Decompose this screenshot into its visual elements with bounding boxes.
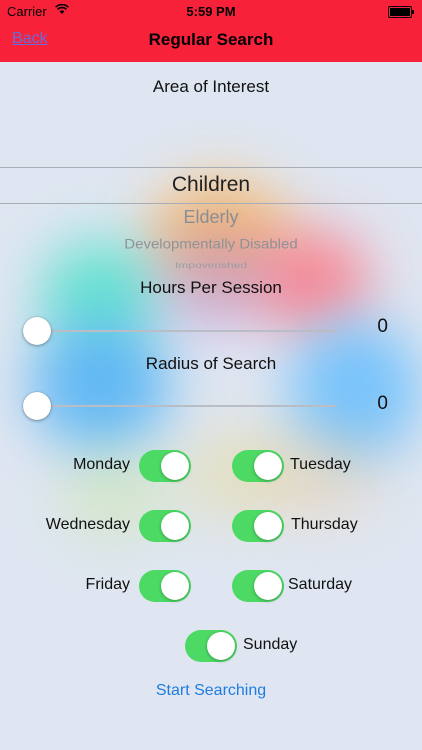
thursday-toggle[interactable] (232, 510, 284, 542)
hours-per-session-label: Hours Per Session (140, 278, 282, 297)
picker-option-selected[interactable]: Children (0, 173, 422, 197)
saturday-label: Saturday (288, 576, 353, 593)
picker-bottom-line (0, 203, 422, 204)
monday-toggle[interactable] (139, 450, 191, 482)
sunday-toggle[interactable] (185, 630, 237, 662)
tuesday-label: Tuesday (290, 456, 351, 473)
toggle-knob (161, 572, 189, 600)
toggle-knob (254, 512, 282, 540)
status-time: 5:59 PM (186, 4, 236, 19)
saturday-toggle[interactable] (232, 570, 284, 602)
area-of-interest-label: Area of Interest (152, 77, 270, 96)
monday-label: Monday (73, 456, 130, 473)
toggle-knob (161, 512, 189, 540)
radius-of-search-label: Radius of Search (145, 354, 277, 373)
slider-track[interactable] (36, 405, 336, 407)
battery-icon (388, 6, 414, 18)
picker-option[interactable]: Developmentally Disabled (0, 237, 422, 252)
picker-option[interactable]: Impoverished (0, 260, 422, 270)
status-bar: Carrier 5:59 PM (0, 0, 422, 22)
thursday-label: Thursday (291, 516, 358, 533)
toggle-knob (254, 572, 282, 600)
picker-option[interactable]: Elderly (0, 207, 422, 228)
sunday-label: Sunday (243, 636, 298, 653)
slider-track[interactable] (36, 330, 336, 332)
tuesday-toggle[interactable] (232, 450, 284, 482)
wednesday-toggle[interactable] (139, 510, 191, 542)
wednesday-label: Wednesday (45, 516, 130, 533)
picker-top-line (0, 167, 422, 168)
hours-per-session-value: 0 (377, 316, 388, 337)
slider-thumb[interactable] (23, 317, 51, 345)
toggle-knob (254, 452, 282, 480)
start-searching-button[interactable]: Start Searching (0, 682, 422, 700)
toggle-knob (207, 632, 235, 660)
friday-toggle[interactable] (139, 570, 191, 602)
friday-label: Friday (85, 576, 130, 593)
toggle-knob (161, 452, 189, 480)
slider-thumb[interactable] (23, 392, 51, 420)
page-title: Regular Search (148, 30, 274, 49)
radius-of-search-value: 0 (377, 393, 388, 414)
navigation-bar: Back Regular Search (0, 22, 422, 62)
